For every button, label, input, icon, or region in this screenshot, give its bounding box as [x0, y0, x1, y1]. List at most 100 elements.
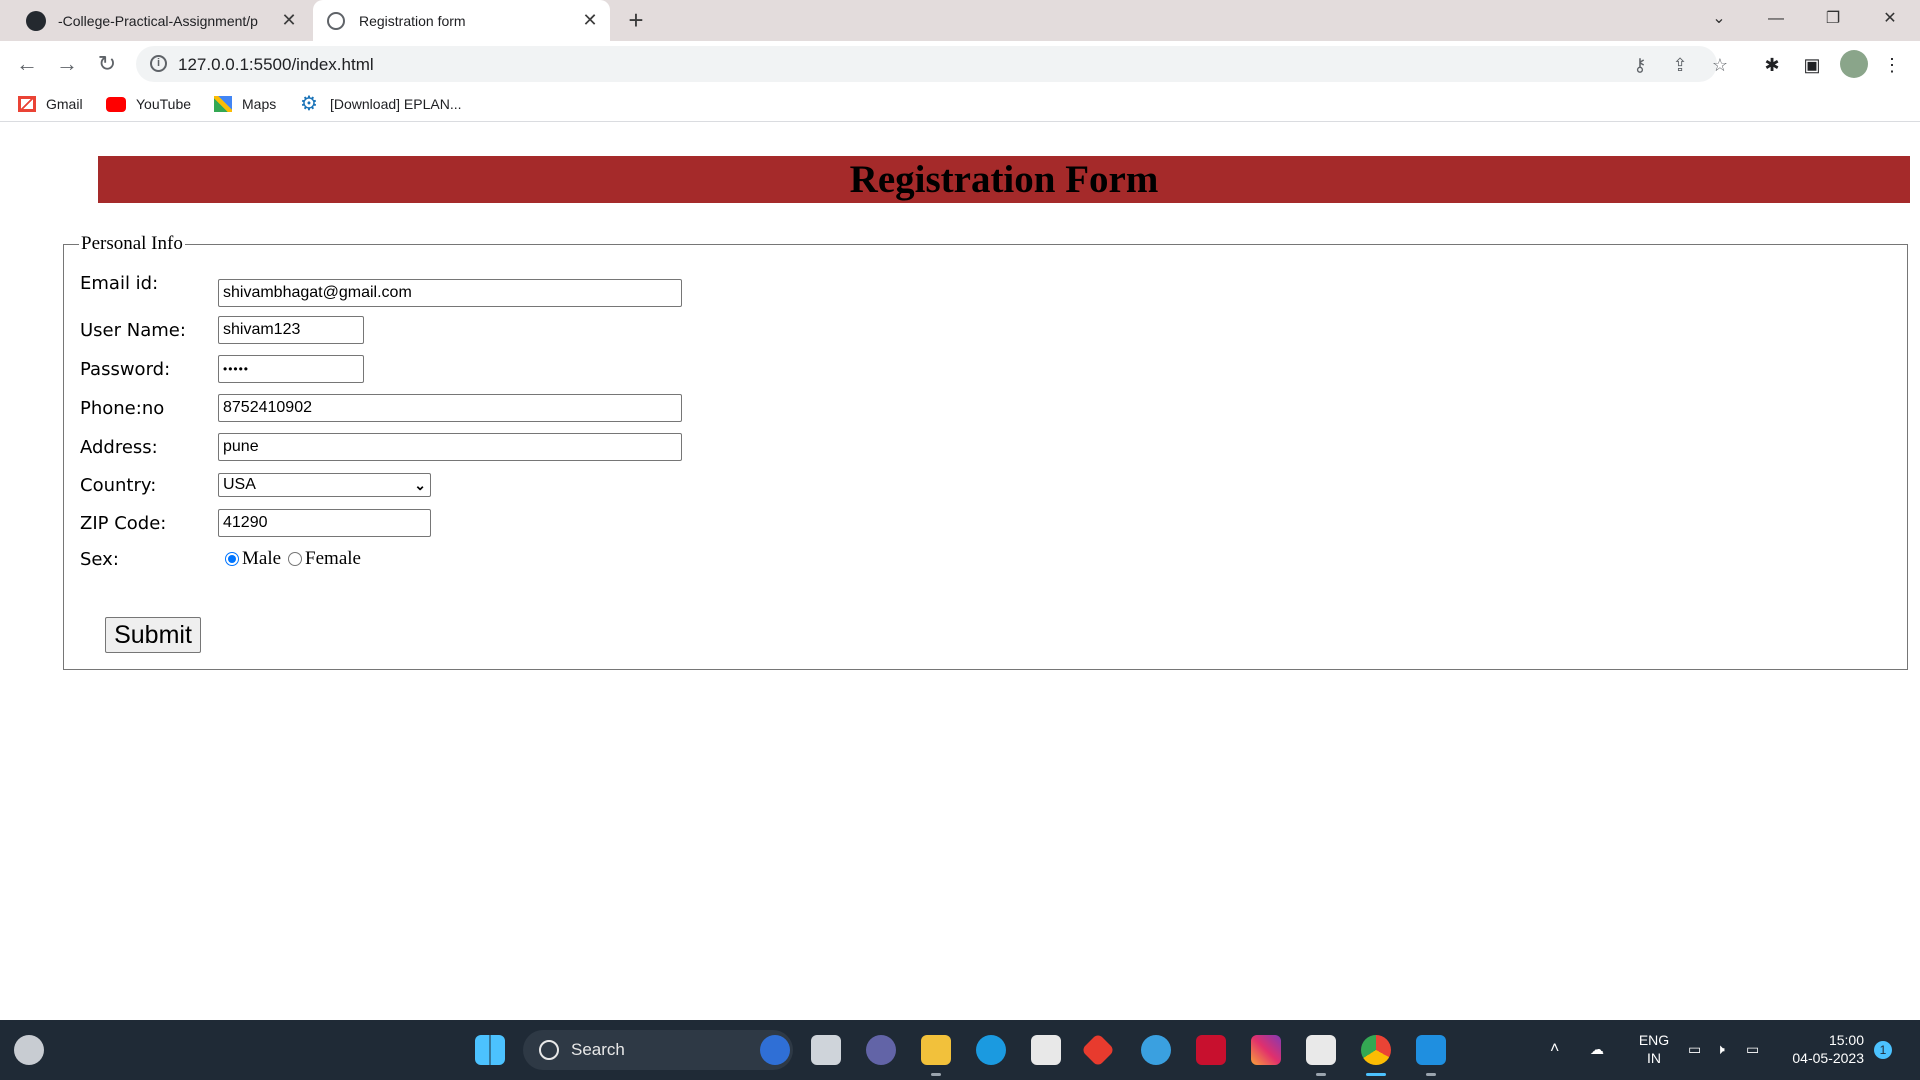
forward-arrow-icon[interactable]: →: [52, 49, 82, 79]
bookmark-label: [Download] EPLAN...: [330, 96, 462, 112]
browser-toolbar: ← → ↻ i 127.0.0.1:5500/index.html ⚷ ⇪ ☆ …: [0, 41, 1920, 87]
weather-icon[interactable]: [14, 1035, 44, 1065]
maps-icon: [214, 96, 232, 112]
bing-icon[interactable]: [760, 1035, 790, 1065]
country-select[interactable]: USA ⌄: [218, 473, 431, 497]
bookmarks-bar: Gmail YouTube Maps ⚙ [Download] EPLAN...: [0, 87, 1920, 122]
address-label: Address:: [80, 436, 158, 458]
star-icon[interactable]: ☆: [1709, 54, 1731, 76]
phone-label: Phone:no: [80, 397, 165, 419]
side-panel-icon[interactable]: ▣: [1800, 53, 1824, 77]
reload-icon[interactable]: ↻: [92, 49, 122, 79]
bookmark-gmail[interactable]: Gmail: [18, 96, 83, 112]
zip-label: ZIP Code:: [80, 512, 167, 534]
tab-registration-form[interactable]: Registration form ✕: [313, 0, 610, 41]
key-icon[interactable]: ⚷: [1629, 54, 1651, 76]
username-label: User Name:: [80, 319, 186, 341]
chrome-icon[interactable]: [1361, 1035, 1391, 1065]
search-icon: [539, 1040, 559, 1060]
country-label: Country:: [80, 474, 157, 496]
phone-row: Phone:no 8752410902: [80, 394, 682, 422]
share-icon[interactable]: ⇪: [1669, 54, 1691, 76]
running-indicator: [931, 1073, 941, 1076]
language-code: ENG: [1638, 1032, 1670, 1048]
taskbar-search[interactable]: Search: [523, 1030, 793, 1070]
username-field[interactable]: shivam123: [218, 316, 364, 344]
address-field[interactable]: pune: [218, 433, 682, 461]
female-radio[interactable]: [288, 552, 303, 566]
globe-icon: [327, 11, 345, 30]
avatar[interactable]: [1840, 50, 1868, 78]
clock-date: 04-05-2023: [1792, 1050, 1864, 1066]
password-label: Password:: [80, 358, 171, 380]
windows-taskbar: Search ˄ ☁ ENG IN ▭ 🕨 ▭ 15:00 04-05-2023…: [0, 1020, 1920, 1080]
male-radio[interactable]: [225, 552, 239, 566]
personal-info-fieldset: Personal Info Email id: shivambhagat@gma…: [63, 233, 1908, 670]
back-arrow-icon[interactable]: ←: [12, 49, 42, 79]
mcafee-icon[interactable]: [1196, 1035, 1226, 1065]
sex-label: Sex:: [80, 548, 119, 570]
submit-button[interactable]: Submit: [105, 617, 201, 653]
teams-chat-icon[interactable]: [866, 1035, 896, 1065]
active-indicator: [1366, 1073, 1386, 1076]
restore-button[interactable]: ❐: [1810, 0, 1856, 38]
microsoft-store-icon[interactable]: [1031, 1035, 1061, 1065]
address-bar[interactable]: i 127.0.0.1:5500/index.html ⚷ ⇪ ☆: [136, 46, 1728, 82]
page-title: Registration Form: [849, 158, 1159, 201]
task-view-icon[interactable]: [811, 1035, 841, 1065]
minimize-button[interactable]: —: [1753, 0, 1799, 38]
fieldset-legend: Personal Info: [81, 233, 183, 254]
anydesk-icon[interactable]: [1081, 1033, 1115, 1067]
address-row: Address: pune: [80, 433, 682, 461]
close-icon[interactable]: ✕: [580, 10, 600, 30]
bookmark-eplan[interactable]: ⚙ [Download] EPLAN...: [300, 94, 462, 114]
help-icon[interactable]: [1141, 1035, 1171, 1065]
onedrive-icon[interactable]: ☁: [1590, 1040, 1604, 1058]
show-hidden-icons-chevron-icon[interactable]: ˄: [1550, 1040, 1559, 1058]
username-row: User Name: shivam123: [80, 316, 364, 344]
menu-dots-icon[interactable]: ⋮: [1880, 53, 1904, 77]
clock-time: 15:00: [1828, 1032, 1864, 1048]
zip-row: ZIP Code: 41290: [80, 509, 431, 537]
email-field[interactable]: shivambhagat@gmail.com: [218, 279, 682, 307]
notification-badge[interactable]: 1: [1874, 1041, 1892, 1059]
phone-field[interactable]: 8752410902: [218, 394, 682, 422]
country-selected-value: USA: [223, 476, 256, 493]
tab-search-chevron-icon[interactable]: ⌄: [1696, 0, 1742, 38]
instagram-icon[interactable]: [1251, 1035, 1281, 1065]
youtube-icon: [106, 96, 126, 112]
vscode-icon[interactable]: [1416, 1035, 1446, 1065]
chevron-down-icon: ⌄: [414, 476, 426, 493]
volume-muted-icon[interactable]: 🕨: [1716, 1040, 1725, 1058]
close-icon[interactable]: ✕: [279, 10, 299, 30]
close-window-button[interactable]: ✕: [1867, 0, 1913, 38]
running-indicator: [1316, 1073, 1326, 1076]
network-icon[interactable]: ▭: [1688, 1040, 1701, 1058]
file-explorer-icon[interactable]: [921, 1035, 951, 1065]
site-info-icon[interactable]: i: [150, 55, 167, 72]
url-text[interactable]: 127.0.0.1:5500/index.html: [178, 55, 374, 75]
bookmark-maps[interactable]: Maps: [214, 96, 276, 112]
package-icon[interactable]: [1306, 1035, 1336, 1065]
new-tab-button[interactable]: +: [622, 6, 650, 34]
sex-row: Sex: Male Female: [80, 548, 361, 570]
bookmark-label: Maps: [242, 96, 277, 112]
tab-github[interactable]: -College-Practical-Assignment/p ✕: [12, 0, 309, 41]
gmail-icon: [18, 96, 36, 112]
tab-title: -College-Practical-Assignment/p: [58, 12, 258, 29]
male-radio-label[interactable]: Male: [242, 548, 281, 570]
clock[interactable]: 15:00 04-05-2023: [1778, 1031, 1864, 1067]
female-radio-label[interactable]: Female: [305, 548, 361, 570]
password-field[interactable]: •••••: [218, 355, 364, 383]
windows-start-icon[interactable]: [475, 1035, 505, 1065]
tab-title: Registration form: [359, 12, 466, 29]
search-label: Search: [571, 1040, 625, 1059]
zip-field[interactable]: 41290: [218, 509, 431, 537]
battery-icon[interactable]: ▭: [1746, 1040, 1759, 1058]
bookmark-youtube[interactable]: YouTube: [106, 96, 191, 112]
extensions-icon[interactable]: ✱: [1760, 53, 1784, 77]
edge-icon[interactable]: [976, 1035, 1006, 1065]
page-header-banner: Registration Form: [98, 156, 1910, 203]
language-indicator[interactable]: ENG IN: [1634, 1031, 1674, 1067]
tab-strip: -College-Practical-Assignment/p ✕ Regist…: [0, 0, 1920, 41]
